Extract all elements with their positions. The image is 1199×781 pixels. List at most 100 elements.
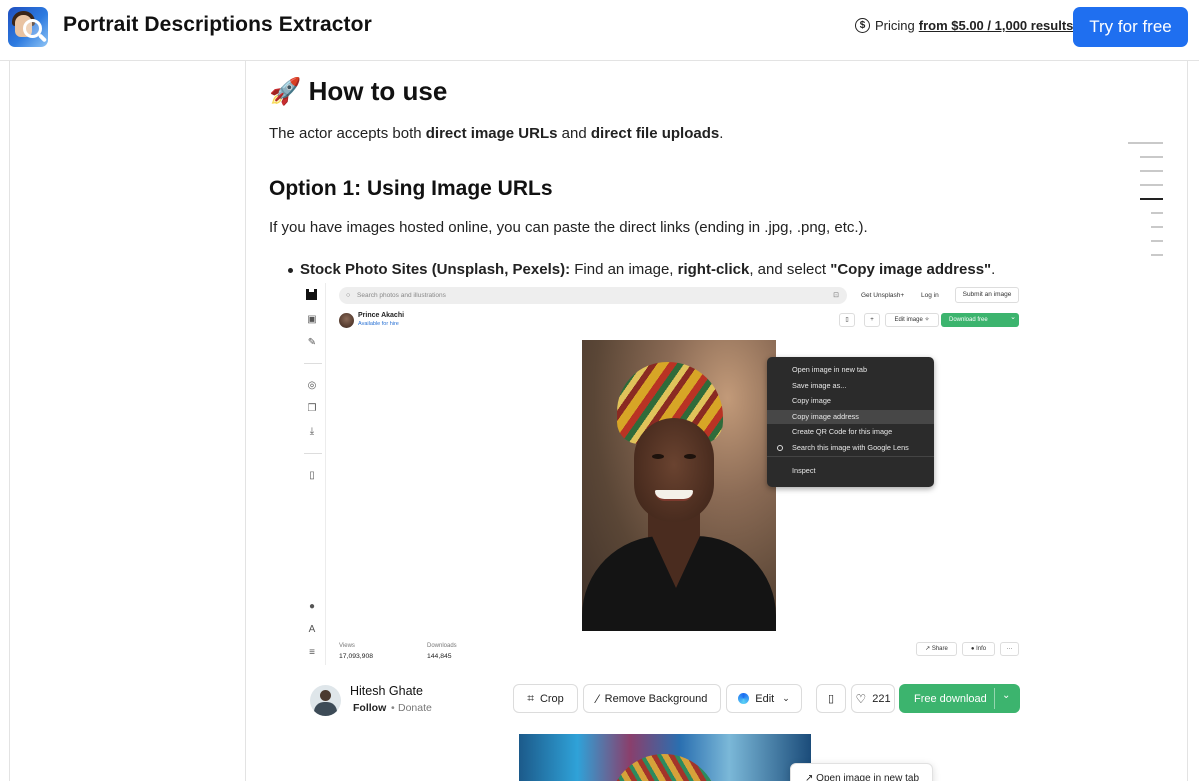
menu-item-copy-image-address: Copy image address xyxy=(767,410,934,424)
crop-button: ⌗ Crop xyxy=(513,684,578,713)
pricing-link[interactable]: from $5.00 / 1,000 results xyxy=(919,18,1074,33)
visual-search-icon: ⊡ xyxy=(833,292,839,299)
dollar-icon: $ xyxy=(855,18,870,33)
follow-link: Follow xyxy=(353,702,387,714)
remove-background-button: ⁄ Remove Background xyxy=(583,684,721,713)
toc-tick[interactable] xyxy=(1128,142,1163,144)
google-lens-icon xyxy=(777,445,783,451)
compass-icon: ◎ xyxy=(307,380,317,391)
magic-wand-icon: ⁄ xyxy=(596,691,599,706)
toc-tick[interactable] xyxy=(1140,170,1163,172)
author-name: Prince Akachi xyxy=(358,312,405,319)
sidebar-divider xyxy=(304,453,322,454)
photo-face xyxy=(634,418,714,522)
collections-icon: ❐ xyxy=(307,403,317,414)
pexels-author-avatar xyxy=(310,685,341,716)
separator-dot: • xyxy=(391,702,395,714)
app-title: Portrait Descriptions Extractor xyxy=(63,13,372,36)
unsplash-sidebar: ▣ ✎ ◎ ❐ ⤓ ▯ ● A ≡ xyxy=(300,283,326,665)
get-unsplash-plus-link: Get Unsplash+ xyxy=(861,292,905,299)
toc-tick[interactable] xyxy=(1140,184,1163,186)
list-item-stock-photo: Stock Photo Sites (Unsplash, Pexels): Fi… xyxy=(287,261,996,278)
unsplash-logo-icon xyxy=(306,289,317,300)
menu-item-google-lens: Search this image with Google Lens xyxy=(767,441,934,455)
pricing-info: $ Pricing from $5.00 / 1,000 results xyxy=(855,18,1073,33)
donate-link: Donate xyxy=(398,702,432,714)
menu-item-create-qr: Create QR Code for this image xyxy=(792,427,893,436)
translate-icon: A xyxy=(308,624,316,635)
toc-tick[interactable] xyxy=(1151,212,1163,214)
toc-tick[interactable] xyxy=(1140,156,1163,158)
downloads-value: 144,845 xyxy=(427,653,452,660)
more-options-button: ··· xyxy=(1000,642,1019,656)
submit-image-button: Submit an image xyxy=(955,287,1019,303)
app-logo[interactable] xyxy=(8,7,48,47)
menu-item-save-image: Save image as... xyxy=(792,381,847,390)
author-avatar xyxy=(339,313,354,328)
menu-item-open-new-tab: Open image in new tab xyxy=(792,365,868,374)
option-1-heading: Option 1: Using Image URLs xyxy=(269,177,553,200)
toc-tick[interactable] xyxy=(1151,226,1163,228)
info-button: ● Info xyxy=(962,642,995,656)
available-for-hire: Available for hire xyxy=(358,321,399,327)
chevron-down-icon: ⌄ xyxy=(1002,690,1011,701)
menu-item-copy-image: Copy image xyxy=(792,396,831,405)
photo-vneck xyxy=(652,536,700,588)
option-1-paragraph: If you have images hosted online, you ca… xyxy=(269,219,868,236)
download-free-button: Download free xyxy=(941,311,1019,327)
browser-context-menu: Open image in new tab Save image as... C… xyxy=(767,357,934,487)
brush-icon: ✎ xyxy=(307,337,317,348)
pexels-photo xyxy=(519,734,811,781)
pexels-author-name: Hitesh Ghate xyxy=(350,684,423,698)
frame-border-right xyxy=(1187,61,1188,781)
photo-smile xyxy=(655,490,693,501)
chevron-down-icon: ⌄ xyxy=(782,693,790,703)
views-value: 17,093,908 xyxy=(339,653,374,660)
unsplash-search-input: Search photos and illustrations ⊡ xyxy=(339,287,847,304)
toc-tick[interactable] xyxy=(1151,254,1163,256)
heading-text: How to use xyxy=(308,76,448,106)
rocket-icon: 🚀 xyxy=(269,76,302,106)
edit-logo-icon xyxy=(738,693,750,704)
try-for-free-button[interactable]: Try for free xyxy=(1073,7,1188,47)
sidebar-divider xyxy=(304,363,322,364)
top-header: Portrait Descriptions Extractor $ Pricin… xyxy=(0,0,1199,61)
downloads-label: Downloads xyxy=(427,643,457,649)
photo-eye xyxy=(684,454,696,459)
intro-paragraph: The actor accepts both direct image URLs… xyxy=(269,125,724,142)
toc-tick[interactable] xyxy=(1151,240,1163,242)
views-label: Views xyxy=(339,643,355,649)
menu-item-open-new-tab: ↗ Open image in new tab xyxy=(805,773,920,781)
toc-tick-active[interactable] xyxy=(1140,198,1163,200)
bookmark-icon: ▯ xyxy=(309,470,315,481)
edit-dropdown-button: Edit ⌄ xyxy=(726,684,802,713)
frame-border-left xyxy=(9,61,10,781)
bookmark-icon: ▯ xyxy=(827,693,835,705)
unsplash-screenshot: ▣ ✎ ◎ ❐ ⤓ ▯ ● A ≡ Search photos and illu… xyxy=(300,283,1025,665)
table-of-contents-indicator[interactable] xyxy=(1126,142,1166,262)
image-icon: ▣ xyxy=(307,314,317,325)
like-button: ♡ 221 xyxy=(851,684,895,713)
user-icon: ● xyxy=(308,601,316,612)
crop-icon: ⌗ xyxy=(527,691,534,705)
add-to-collection-button: + xyxy=(864,313,880,327)
content-divider xyxy=(245,61,246,781)
bookmark-button: ▯ xyxy=(839,313,855,327)
menu-item-inspect: Inspect xyxy=(792,466,816,475)
menu-icon: ≡ xyxy=(309,647,315,658)
section-heading-how-to-use: 🚀 How to use xyxy=(269,76,447,107)
download-icon: ⤓ xyxy=(309,426,315,437)
button-split-divider xyxy=(994,688,995,709)
magnifier-handle xyxy=(37,33,48,43)
bookmark-button: ▯ xyxy=(816,684,846,713)
login-link: Log in xyxy=(921,292,939,299)
share-button: ↗ Share xyxy=(916,642,957,656)
pricing-label: Pricing xyxy=(875,18,915,33)
edit-image-button: Edit image ✧ xyxy=(885,313,939,327)
free-download-button: Free download ⌄ xyxy=(899,684,1020,713)
portrait-photo xyxy=(582,340,776,631)
heart-icon: ♡ xyxy=(855,691,867,706)
menu-separator xyxy=(767,456,934,457)
photo-eye xyxy=(652,454,664,459)
pexels-context-menu: ↗ Open image in new tab xyxy=(790,763,933,781)
